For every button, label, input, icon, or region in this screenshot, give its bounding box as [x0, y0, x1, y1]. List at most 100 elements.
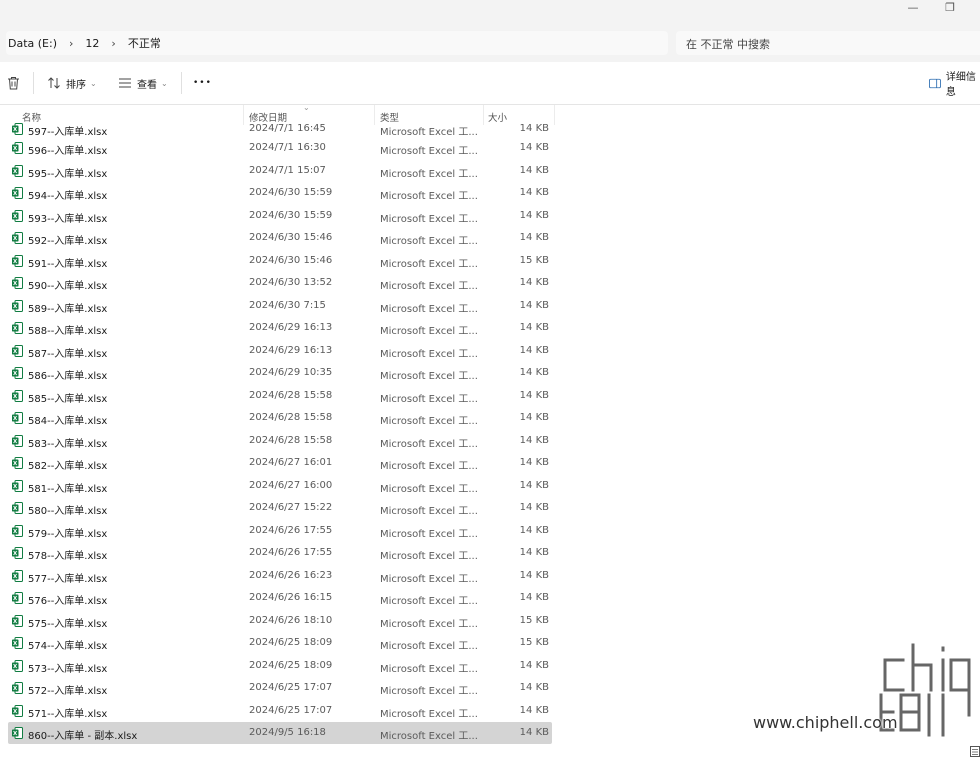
file-row[interactable]: 586--入库单.xlsx 2024/6/29 10:35 Microsoft Ex…	[8, 362, 552, 384]
file-row[interactable]: 584--入库单.xlsx 2024/6/28 15:58 Microsoft Ex…	[8, 407, 552, 429]
file-row[interactable]: 573--入库单.xlsx 2024/6/25 18:09 Microsoft Ex…	[8, 655, 552, 677]
status-bar-view-icon[interactable]	[970, 745, 980, 758]
chevron-right-icon[interactable]: ›	[59, 37, 83, 50]
file-row[interactable]: 576--入库单.xlsx 2024/6/26 16:15 Microsoft Ex…	[8, 587, 552, 609]
file-row[interactable]: 579--入库单.xlsx 2024/6/26 17:55 Microsoft Ex…	[8, 520, 552, 542]
file-row[interactable]: 588--入库单.xlsx 2024/6/29 16:13 Microsoft Ex…	[8, 317, 552, 339]
restore-button[interactable]: ❐	[935, 0, 965, 20]
file-row[interactable]: 572--入库单.xlsx 2024/6/25 17:07 Microsoft Ex…	[8, 677, 552, 699]
column-divider[interactable]	[554, 105, 555, 125]
details-pane-button[interactable]: 详细信息	[929, 72, 980, 98]
file-size: 14 KB	[519, 704, 549, 716]
file-date: 2024/6/26 18:10	[249, 614, 333, 626]
chiphell-logo-icon	[877, 641, 973, 739]
file-type: Microsoft Excel 工...	[380, 528, 478, 540]
file-list[interactable]: 597--入库单.xlsx 2024/7/1 16:45 Microsoft E…	[0, 123, 556, 748]
more-options-button[interactable]: •••	[193, 73, 212, 93]
file-row[interactable]: 592--入库单.xlsx 2024/6/30 15:46 Microsoft Ex…	[8, 227, 552, 249]
column-divider[interactable]	[243, 105, 244, 125]
file-name: 576--入库单.xlsx	[28, 596, 108, 607]
excel-file-icon	[12, 412, 23, 424]
chevron-down-icon: ⌄	[161, 78, 168, 88]
excel-file-icon	[12, 164, 23, 177]
file-size: 14 KB	[519, 412, 549, 423]
file-row[interactable]: 589--入库单.xlsx 2024/6/30 7:15 Microsoft Exc…	[8, 295, 552, 317]
file-type: Microsoft Excel 工...	[380, 146, 478, 157]
column-size[interactable]: 大小	[488, 110, 507, 124]
file-size: 14 KB	[519, 299, 549, 311]
file-date: 2024/6/30 7:15	[249, 299, 326, 311]
file-type: Microsoft Excel 工...	[380, 686, 478, 697]
column-date[interactable]: 修改日期	[249, 110, 287, 124]
file-name: 586--入库单.xlsx	[28, 371, 108, 382]
file-name: 592--入库单.xlsx	[28, 236, 108, 247]
file-size: 14 KB	[519, 232, 549, 243]
watermark-url: www.chiphell.com	[753, 713, 898, 732]
file-size: 14 KB	[519, 524, 549, 536]
file-date: 2024/6/30 15:59	[249, 187, 333, 198]
file-date: 2024/6/26 16:23	[249, 569, 333, 581]
excel-file-icon	[12, 277, 23, 289]
file-row[interactable]: 583--入库单.xlsx 2024/6/28 15:58 Microsoft Ex…	[8, 430, 552, 452]
file-name: 596--入库单.xlsx	[28, 146, 108, 157]
delete-button[interactable]	[7, 73, 25, 93]
column-divider[interactable]	[483, 105, 484, 125]
toolbar-divider	[33, 72, 34, 94]
file-row-selected[interactable]: 860--入库单 - 副本.xlsx 2024/9/5 16:18 Microsof…	[8, 722, 552, 744]
file-row[interactable]: 594--入库单.xlsx 2024/6/30 15:59 Microsoft Ex…	[8, 182, 552, 204]
chevron-right-icon[interactable]: ›	[101, 37, 125, 50]
file-date: 2024/6/30 13:52	[249, 277, 333, 288]
file-name: 597--入库单.xlsx	[28, 127, 108, 138]
excel-file-icon	[12, 434, 23, 447]
file-row[interactable]: 582--入库单.xlsx 2024/6/27 16:01 Microsoft Ex…	[8, 452, 552, 474]
file-row[interactable]: 580--入库单.xlsx 2024/6/27 15:22 Microsoft Ex…	[8, 497, 552, 519]
file-row[interactable]: 591--入库单.xlsx 2024/6/30 15:46 Microsoft Ex…	[8, 250, 552, 272]
column-divider[interactable]	[374, 105, 375, 125]
file-name: 572--入库单.xlsx	[28, 686, 108, 697]
file-row[interactable]: 575--入库单.xlsx 2024/6/26 18:10 Microsoft Ex…	[8, 610, 552, 632]
file-name: 588--入库单.xlsx	[28, 326, 108, 337]
column-type[interactable]: 类型	[380, 110, 399, 124]
file-size: 14 KB	[519, 479, 549, 491]
file-size: 15 KB	[519, 254, 549, 266]
sort-button[interactable]: 排序 ⌄	[47, 73, 97, 93]
file-size: 14 KB	[519, 164, 549, 176]
file-row[interactable]: 571--入库单.xlsx 2024/6/25 17:07 Microsoft Ex…	[8, 700, 552, 722]
file-size: 14 KB	[519, 367, 549, 378]
file-date: 2024/7/1 16:30	[249, 142, 326, 153]
excel-file-icon	[12, 637, 23, 649]
search-input[interactable]: 在 不正常 中搜索	[676, 31, 980, 55]
file-row[interactable]: 585--入库单.xlsx 2024/6/28 15:58 Microsoft Ex…	[8, 385, 552, 407]
file-date: 2024/6/29 10:35	[249, 367, 333, 378]
breadcrumb-current-folder[interactable]: 不正常	[126, 35, 163, 51]
breadcrumb-drive[interactable]: Data (E:)	[6, 37, 59, 50]
file-date: 2024/6/26 16:15	[249, 592, 333, 603]
file-row[interactable]: 590--入库单.xlsx 2024/6/30 13:52 Microsoft Ex…	[8, 272, 552, 294]
excel-file-icon	[12, 123, 23, 135]
file-name: 573--入库单.xlsx	[28, 663, 108, 675]
details-label: 详细信息	[945, 72, 976, 98]
file-row[interactable]: 574--入库单.xlsx 2024/6/25 18:09 Microsoft Ex…	[8, 632, 552, 654]
file-row[interactable]: 593--入库单.xlsx 2024/6/30 15:59 Microsoft Ex…	[8, 205, 552, 227]
trash-icon	[8, 77, 19, 90]
minimize-button[interactable]: —	[898, 0, 928, 20]
file-date: 2024/6/26 17:55	[249, 547, 333, 558]
file-row[interactable]: 596--入库单.xlsx 2024/7/1 16:30 Microsoft Exc…	[8, 137, 552, 159]
file-row[interactable]: 581--入库单.xlsx 2024/6/27 16:00 Microsoft Ex…	[8, 475, 552, 497]
excel-file-icon	[12, 704, 23, 717]
file-name: 582--入库单.xlsx	[28, 461, 108, 472]
breadcrumb[interactable]: Data (E:) › 12 › 不正常	[6, 31, 668, 55]
breadcrumb-folder-12[interactable]: 12	[83, 37, 101, 50]
title-bar: — ❐	[0, 0, 980, 22]
file-row[interactable]: 578--入库单.xlsx 2024/6/26 17:55 Microsoft Ex…	[8, 542, 552, 564]
file-row[interactable]: 587--入库单.xlsx 2024/6/29 16:13 Microsoft Ex…	[8, 340, 552, 362]
file-row[interactable]: 595--入库单.xlsx 2024/7/1 15:07 Microsoft Exc…	[8, 160, 552, 182]
file-date: 2024/6/28 15:58	[249, 412, 333, 423]
view-button[interactable]: 查看 ⌄	[118, 73, 168, 93]
file-size: 14 KB	[519, 123, 549, 134]
sort-label: 排序	[66, 79, 86, 91]
file-row[interactable]: 577--入库单.xlsx 2024/6/26 16:23 Microsoft Ex…	[8, 565, 552, 587]
file-type: Microsoft Excel 工...	[380, 213, 478, 225]
column-name[interactable]: 名称	[22, 110, 41, 124]
file-type: Microsoft Excel 工...	[380, 596, 478, 607]
